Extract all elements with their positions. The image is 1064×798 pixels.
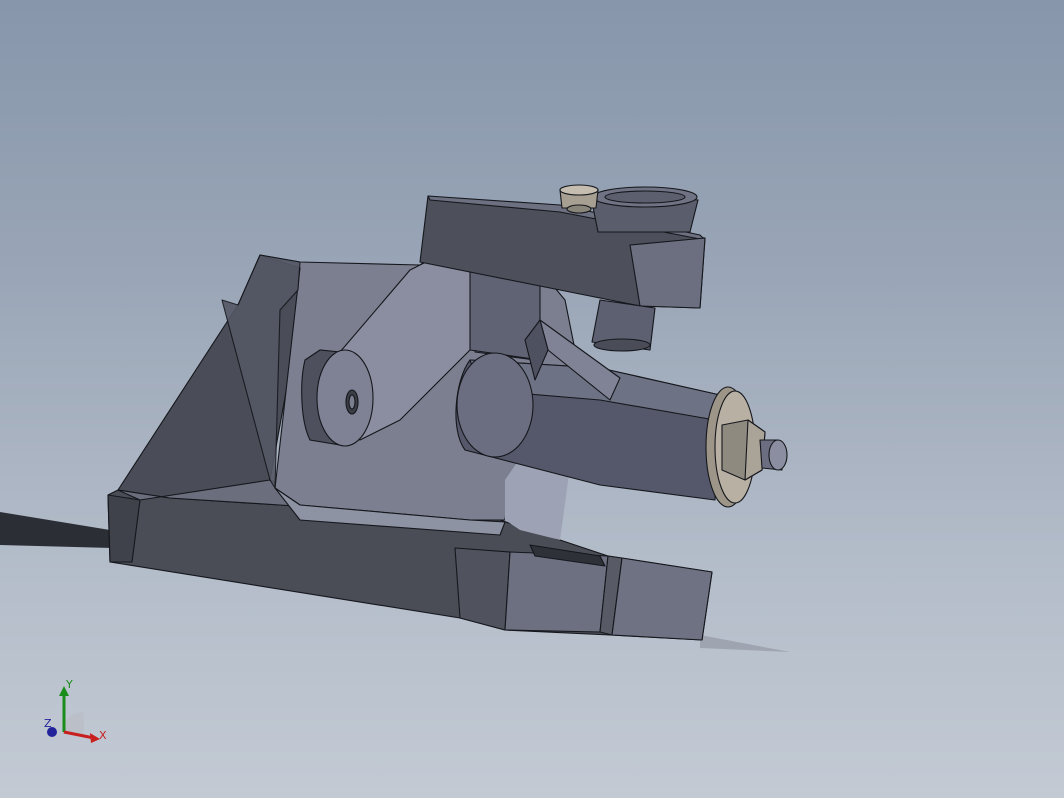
nut-assembly[interactable] [705,386,788,508]
thumb-screw[interactable] [589,186,699,233]
cad-model-view[interactable] [0,0,1064,798]
triad-graphic [47,686,100,743]
graphics-viewport[interactable]: Y X Z [0,0,1064,798]
axis-z-label: Z [44,717,52,730]
ground-shadow [0,512,112,548]
pivot-pin-left[interactable] [301,349,374,447]
axis-x-label: X [99,729,107,742]
axis-y-label: Y [66,678,73,691]
floor-shadow [700,635,790,652]
coordinate-triad: Y X Z [36,674,116,754]
